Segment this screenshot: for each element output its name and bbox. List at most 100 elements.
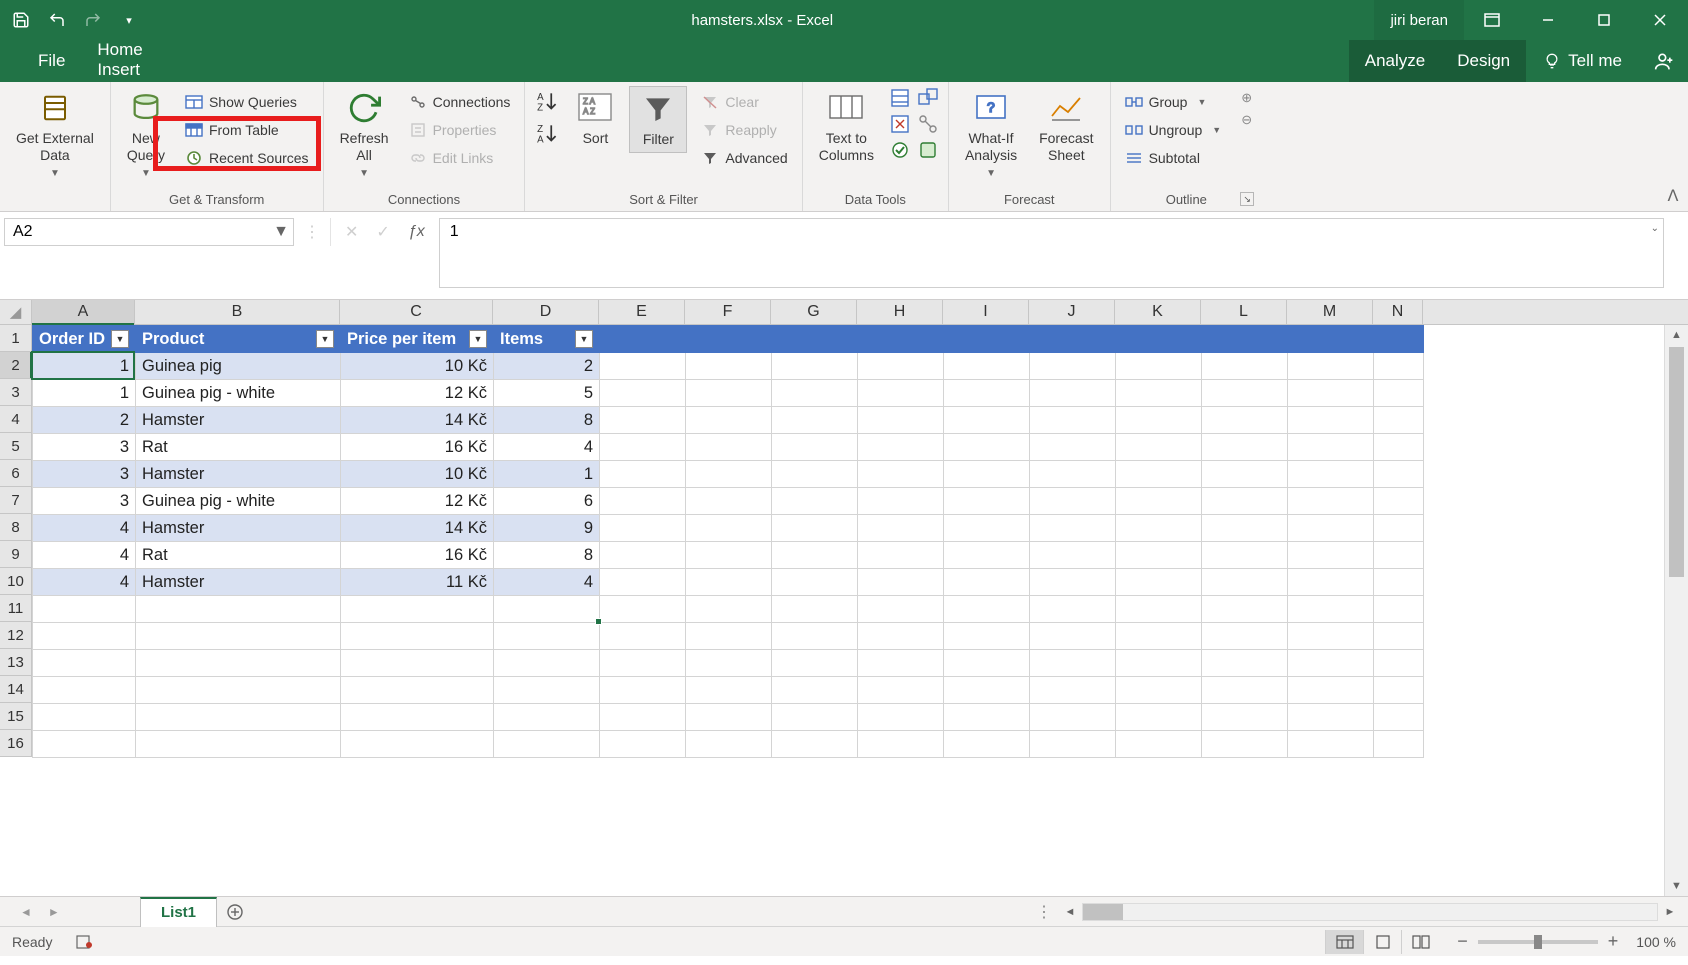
cell[interactable]: [494, 596, 600, 623]
cell[interactable]: 6: [494, 488, 600, 515]
horizontal-scrollbar[interactable]: ◄ ►: [1060, 903, 1680, 921]
cell[interactable]: [772, 596, 858, 623]
cell[interactable]: [1288, 380, 1374, 407]
page-break-view-icon[interactable]: [1401, 930, 1439, 954]
cell[interactable]: [686, 353, 772, 380]
cell[interactable]: [341, 650, 494, 677]
new-query-button[interactable]: New Query ▼: [121, 86, 171, 180]
clear-button[interactable]: Clear: [697, 90, 791, 114]
recent-sources-button[interactable]: Recent Sources: [181, 146, 313, 170]
cell[interactable]: [33, 731, 136, 758]
cell[interactable]: 3: [33, 488, 136, 515]
cell[interactable]: [600, 461, 686, 488]
cell[interactable]: [686, 569, 772, 596]
cell[interactable]: [1116, 542, 1202, 569]
cell[interactable]: [1288, 623, 1374, 650]
cell[interactable]: [858, 461, 944, 488]
save-icon[interactable]: [12, 11, 30, 29]
cell[interactable]: [136, 704, 341, 731]
cell[interactable]: Guinea pig - white: [136, 380, 341, 407]
minimize-button[interactable]: [1520, 0, 1576, 40]
cell[interactable]: [686, 623, 772, 650]
cell[interactable]: [772, 542, 858, 569]
get-external-data-button[interactable]: Get External Data ▼: [10, 86, 100, 180]
cell[interactable]: 4: [494, 434, 600, 461]
cell[interactable]: [1030, 650, 1116, 677]
scroll-up-icon[interactable]: ▲: [1665, 325, 1688, 345]
cell[interactable]: 16 Kč: [341, 434, 494, 461]
ribbon-display-icon[interactable]: [1464, 0, 1520, 40]
cell[interactable]: [944, 326, 1030, 353]
cell[interactable]: [1030, 515, 1116, 542]
cell[interactable]: [858, 515, 944, 542]
filter-dropdown-icon[interactable]: ▼: [469, 330, 487, 348]
cell[interactable]: [1288, 596, 1374, 623]
column-header[interactable]: K: [1115, 300, 1201, 324]
cell[interactable]: [1288, 461, 1374, 488]
cell[interactable]: Hamster: [136, 569, 341, 596]
cell[interactable]: [1030, 407, 1116, 434]
cell[interactable]: [1374, 326, 1424, 353]
row-header[interactable]: 16: [0, 730, 32, 757]
row-header[interactable]: 5: [0, 433, 32, 460]
cell[interactable]: [341, 704, 494, 731]
subtotal-button[interactable]: Subtotal: [1121, 146, 1226, 170]
expand-formula-bar-icon[interactable]: ⌄: [1651, 223, 1659, 234]
cell[interactable]: [1116, 488, 1202, 515]
cell[interactable]: [772, 488, 858, 515]
cell[interactable]: [33, 677, 136, 704]
cell[interactable]: [944, 731, 1030, 758]
from-table-button[interactable]: From Table: [181, 118, 313, 142]
fx-icon[interactable]: ƒx: [408, 223, 425, 241]
row-header[interactable]: 12: [0, 622, 32, 649]
scroll-down-icon[interactable]: ▼: [1665, 876, 1688, 896]
cell[interactable]: [1374, 596, 1424, 623]
column-header[interactable]: L: [1201, 300, 1287, 324]
sort-desc-icon[interactable]: ZA: [535, 122, 561, 146]
cell[interactable]: [600, 623, 686, 650]
cell[interactable]: [772, 326, 858, 353]
chevron-down-icon[interactable]: ▼: [269, 223, 293, 241]
cell[interactable]: [772, 704, 858, 731]
column-header[interactable]: J: [1029, 300, 1115, 324]
cell[interactable]: [1116, 569, 1202, 596]
sort-asc-icon[interactable]: AZ: [535, 90, 561, 114]
cell[interactable]: 1: [33, 380, 136, 407]
cell[interactable]: [858, 731, 944, 758]
cell[interactable]: [944, 677, 1030, 704]
tab-analyze[interactable]: Analyze: [1349, 40, 1441, 82]
sheet-tab[interactable]: List1: [140, 897, 217, 927]
cell[interactable]: [600, 434, 686, 461]
cell[interactable]: [1116, 704, 1202, 731]
cell[interactable]: [1288, 704, 1374, 731]
cell[interactable]: [944, 623, 1030, 650]
cell[interactable]: [600, 515, 686, 542]
cell[interactable]: [494, 650, 600, 677]
cell[interactable]: [1374, 677, 1424, 704]
cell[interactable]: [1202, 461, 1288, 488]
dialog-launcher-icon[interactable]: ↘: [1240, 192, 1254, 206]
cell[interactable]: [1374, 704, 1424, 731]
cell[interactable]: 11 Kč: [341, 569, 494, 596]
prev-sheet-icon[interactable]: ◄: [20, 905, 32, 919]
row-header[interactable]: 2: [0, 352, 32, 379]
cell[interactable]: [772, 515, 858, 542]
cell[interactable]: [772, 677, 858, 704]
flash-fill-icon[interactable]: [890, 88, 910, 108]
cell[interactable]: 2: [33, 407, 136, 434]
normal-view-icon[interactable]: [1325, 930, 1363, 954]
cell[interactable]: [772, 461, 858, 488]
row-header[interactable]: 6: [0, 460, 32, 487]
cell[interactable]: [1374, 488, 1424, 515]
row-header[interactable]: 4: [0, 406, 32, 433]
row-header[interactable]: 13: [0, 649, 32, 676]
cell[interactable]: Guinea pig: [136, 353, 341, 380]
enter-icon[interactable]: ✓: [376, 222, 389, 242]
ungroup-button[interactable]: Ungroup ▼: [1121, 118, 1226, 142]
cell[interactable]: 4: [494, 569, 600, 596]
cell[interactable]: [686, 407, 772, 434]
column-header[interactable]: D: [493, 300, 599, 324]
cell[interactable]: [600, 704, 686, 731]
account-name[interactable]: jiri beran: [1374, 0, 1464, 40]
cell[interactable]: [686, 461, 772, 488]
